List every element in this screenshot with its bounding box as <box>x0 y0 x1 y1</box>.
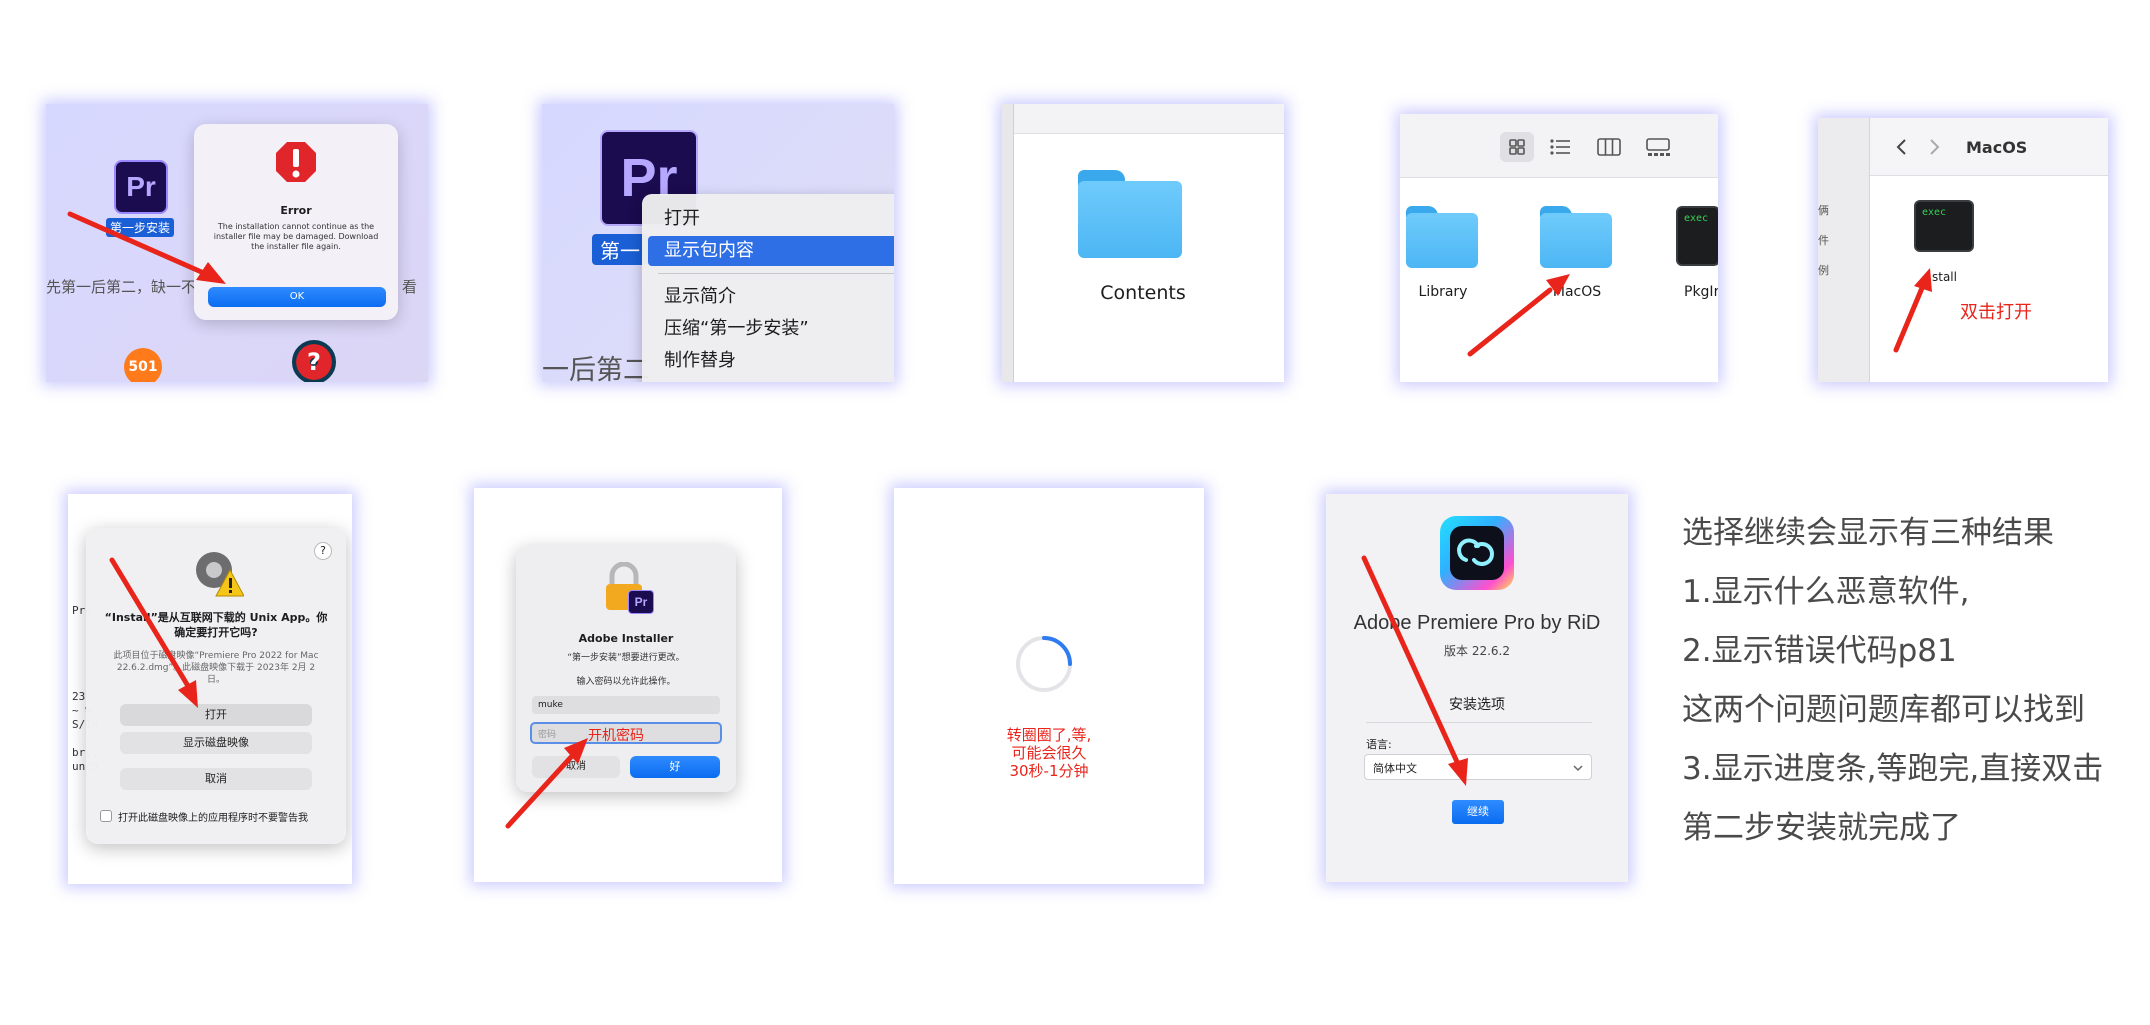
exec-text: exec <box>1684 213 1709 224</box>
file-label-install[interactable]: stall <box>1932 270 1957 284</box>
show-disk-image-button[interactable]: 显示磁盘映像 <box>120 732 312 754</box>
menu-item-get-info[interactable]: 显示简介 <box>642 282 894 312</box>
step1-error-panel: Pr 第一步安装 先第一后第二，缺一不 看 Error The installa… <box>46 104 428 382</box>
note-line-1: 1.显示什么恶意软件, <box>1682 574 1970 610</box>
context-menu: 打开 显示包内容 显示简介 压缩“第一步安装” 制作替身 <box>642 194 894 382</box>
gallery-view-icon[interactable] <box>1644 136 1672 158</box>
background-text: 先第一后第二，缺一不 <box>46 278 197 296</box>
loading-spinner-icon <box>1016 636 1072 692</box>
step4-finder-panel: Library MacOS exec PkgIr <box>1400 114 1718 382</box>
annotation-boot-password: 开机密码 <box>588 728 644 744</box>
menu-item-open[interactable]: 打开 <box>642 204 894 234</box>
side-char-0: 俩 <box>1818 204 1829 217</box>
ok-button[interactable]: OK <box>208 287 386 307</box>
list-view-icon[interactable] <box>1548 136 1574 158</box>
language-select[interactable]: 简体中文 <box>1364 754 1592 780</box>
premiere-app-icon[interactable]: Pr <box>114 160 168 214</box>
finder-toolbar <box>1014 104 1284 134</box>
installer-title: Adobe Premiere Pro by RiD <box>1353 612 1601 634</box>
gatekeeper-warning-icon <box>196 552 244 597</box>
installer-version: 版本 22.6.2 <box>1444 644 1510 658</box>
menu-item-show-package[interactable]: 显示包内容 <box>648 236 894 266</box>
item-label-pkginfo[interactable]: PkgIr <box>1684 284 1718 300</box>
error-message: The installation cannot continue as the … <box>213 222 379 251</box>
step2-context-menu-panel: Pr 第一 一后第二 打开 显示包内容 显示简介 压缩“第一步安装” 制作替身 <box>542 104 894 382</box>
confirm-dialog: ? “Install”是从互联网下载的 Unix App。你确定要打开它吗? 此… <box>86 528 346 844</box>
finder-sidebar-edge <box>1002 104 1014 382</box>
note-line-2: 30秒-1分钟 <box>1009 762 1089 780</box>
exec-text: exec <box>1922 207 1947 218</box>
notes-block: 选择继续会显示有三种结果 1.显示什么恶意软件, 2.显示错误代码p81 这两个… <box>1682 504 2142 858</box>
note-line-4: 3.显示进度条,等跑完,直接双击 <box>1682 751 2104 787</box>
step8-spinner-panel: 转圈圈了,等, 可能会很久 30秒-1分钟 <box>894 488 1204 884</box>
folder-label-contents[interactable]: Contents <box>1002 282 1284 304</box>
folder-icon[interactable] <box>1078 170 1182 258</box>
dialog-title: “Install”是从互联网下载的 Unix App。你确定要打开它吗? <box>104 611 328 639</box>
help-icon: ? <box>292 340 336 382</box>
badge-501: 501 <box>124 348 162 382</box>
exec-file-icon[interactable]: exec <box>1914 200 1974 252</box>
step7-password-panel: Pr Adobe Installer “第一步安装”想要进行更改。 输入密码以允… <box>474 488 782 882</box>
finder-sidebar <box>1818 118 1870 382</box>
step9-installer-panel: Adobe Premiere Pro by RiD 版本 22.6.2 安装选项… <box>1326 494 1628 882</box>
step6-unix-app-panel: Pre 23: ~ % S/In bry, unca ? “Install”是从… <box>68 494 352 884</box>
menu-divider <box>658 273 894 274</box>
password-dialog: Pr Adobe Installer “第一步安装”想要进行更改。 输入密码以允… <box>516 546 736 792</box>
annotation-double-click: 双击打开 <box>1960 302 2032 323</box>
error-title: Error <box>280 204 312 217</box>
back-chevron-icon[interactable] <box>1894 136 1910 158</box>
continue-button[interactable]: 继续 <box>1452 800 1504 824</box>
stop-sign-icon <box>276 142 316 182</box>
column-view-icon[interactable] <box>1596 136 1622 158</box>
menu-item-compress[interactable]: 压缩“第一步安装” <box>642 314 894 344</box>
folder-icon-library[interactable] <box>1406 206 1478 268</box>
menu-item-make-alias[interactable]: 制作替身 <box>642 346 894 376</box>
premiere-badge-icon: Pr <box>628 590 654 614</box>
checkbox-label: 打开此磁盘映像上的应用程序时不要警告我 <box>118 813 308 824</box>
exec-file-icon[interactable]: exec <box>1676 206 1718 266</box>
chevron-down-icon <box>1573 765 1583 772</box>
forward-chevron-icon[interactable] <box>1926 136 1942 158</box>
dialog-title: Adobe Installer <box>578 632 674 645</box>
note-line-3: 这两个问题问题库都可以找到 <box>1682 692 2085 728</box>
step5-macos-panel: 俩 件 例 MacOS exec stall 双击打开 <box>1818 118 2108 382</box>
note-line-2: 2.显示错误代码p81 <box>1682 633 1957 669</box>
view-grid-button[interactable] <box>1500 132 1534 162</box>
background-text-right: 看 <box>402 278 418 296</box>
item-label-macos[interactable]: MacOS <box>1534 284 1620 300</box>
open-button[interactable]: 打开 <box>120 704 312 726</box>
note-line-5: 第二步安装就完成了 <box>1682 810 1961 846</box>
creative-cloud-icon <box>1440 516 1514 590</box>
language-value: 简体中文 <box>1373 762 1417 775</box>
app-label: 第一步安装 <box>106 218 175 237</box>
cc-logo-icon <box>1450 526 1504 580</box>
folder-icon-macos[interactable] <box>1540 206 1612 268</box>
password-field[interactable]: 密码 开机密码 <box>530 722 722 744</box>
language-label: 语言: <box>1366 738 1392 751</box>
grid-view-icon <box>1509 139 1525 155</box>
app-label-partial: 第一 <box>592 234 648 265</box>
item-label-library[interactable]: Library <box>1400 284 1486 300</box>
dont-warn-checkbox[interactable] <box>100 810 112 822</box>
ok-button[interactable]: 好 <box>630 756 720 778</box>
dialog-prompt: 输入密码以允许此操作。 <box>576 677 676 687</box>
step3-contents-panel: Contents <box>1002 104 1284 382</box>
help-button[interactable]: ? <box>314 542 332 560</box>
cancel-button[interactable]: 取消 <box>120 768 312 790</box>
section-title: 安装选项 <box>1449 697 1505 713</box>
password-placeholder: 密码 <box>538 730 557 740</box>
path-title: MacOS <box>1966 138 2028 157</box>
dialog-description: 此项目位于磁盘映像“Premiere Pro 2022 for Mac 22.6… <box>113 651 319 685</box>
section-divider <box>1366 722 1592 723</box>
error-dialog: Error The installation cannot continue a… <box>194 124 398 320</box>
side-char-2: 例 <box>1818 264 1829 277</box>
dialog-subtitle: “第一步安装”想要进行更改。 <box>567 653 685 663</box>
username-field[interactable]: muke <box>532 696 720 714</box>
background-text: 一后第二 <box>542 355 650 382</box>
side-char-1: 件 <box>1818 234 1829 247</box>
note-line-0: 选择继续会显示有三种结果 <box>1682 515 2054 551</box>
cancel-button[interactable]: 取消 <box>532 756 620 778</box>
